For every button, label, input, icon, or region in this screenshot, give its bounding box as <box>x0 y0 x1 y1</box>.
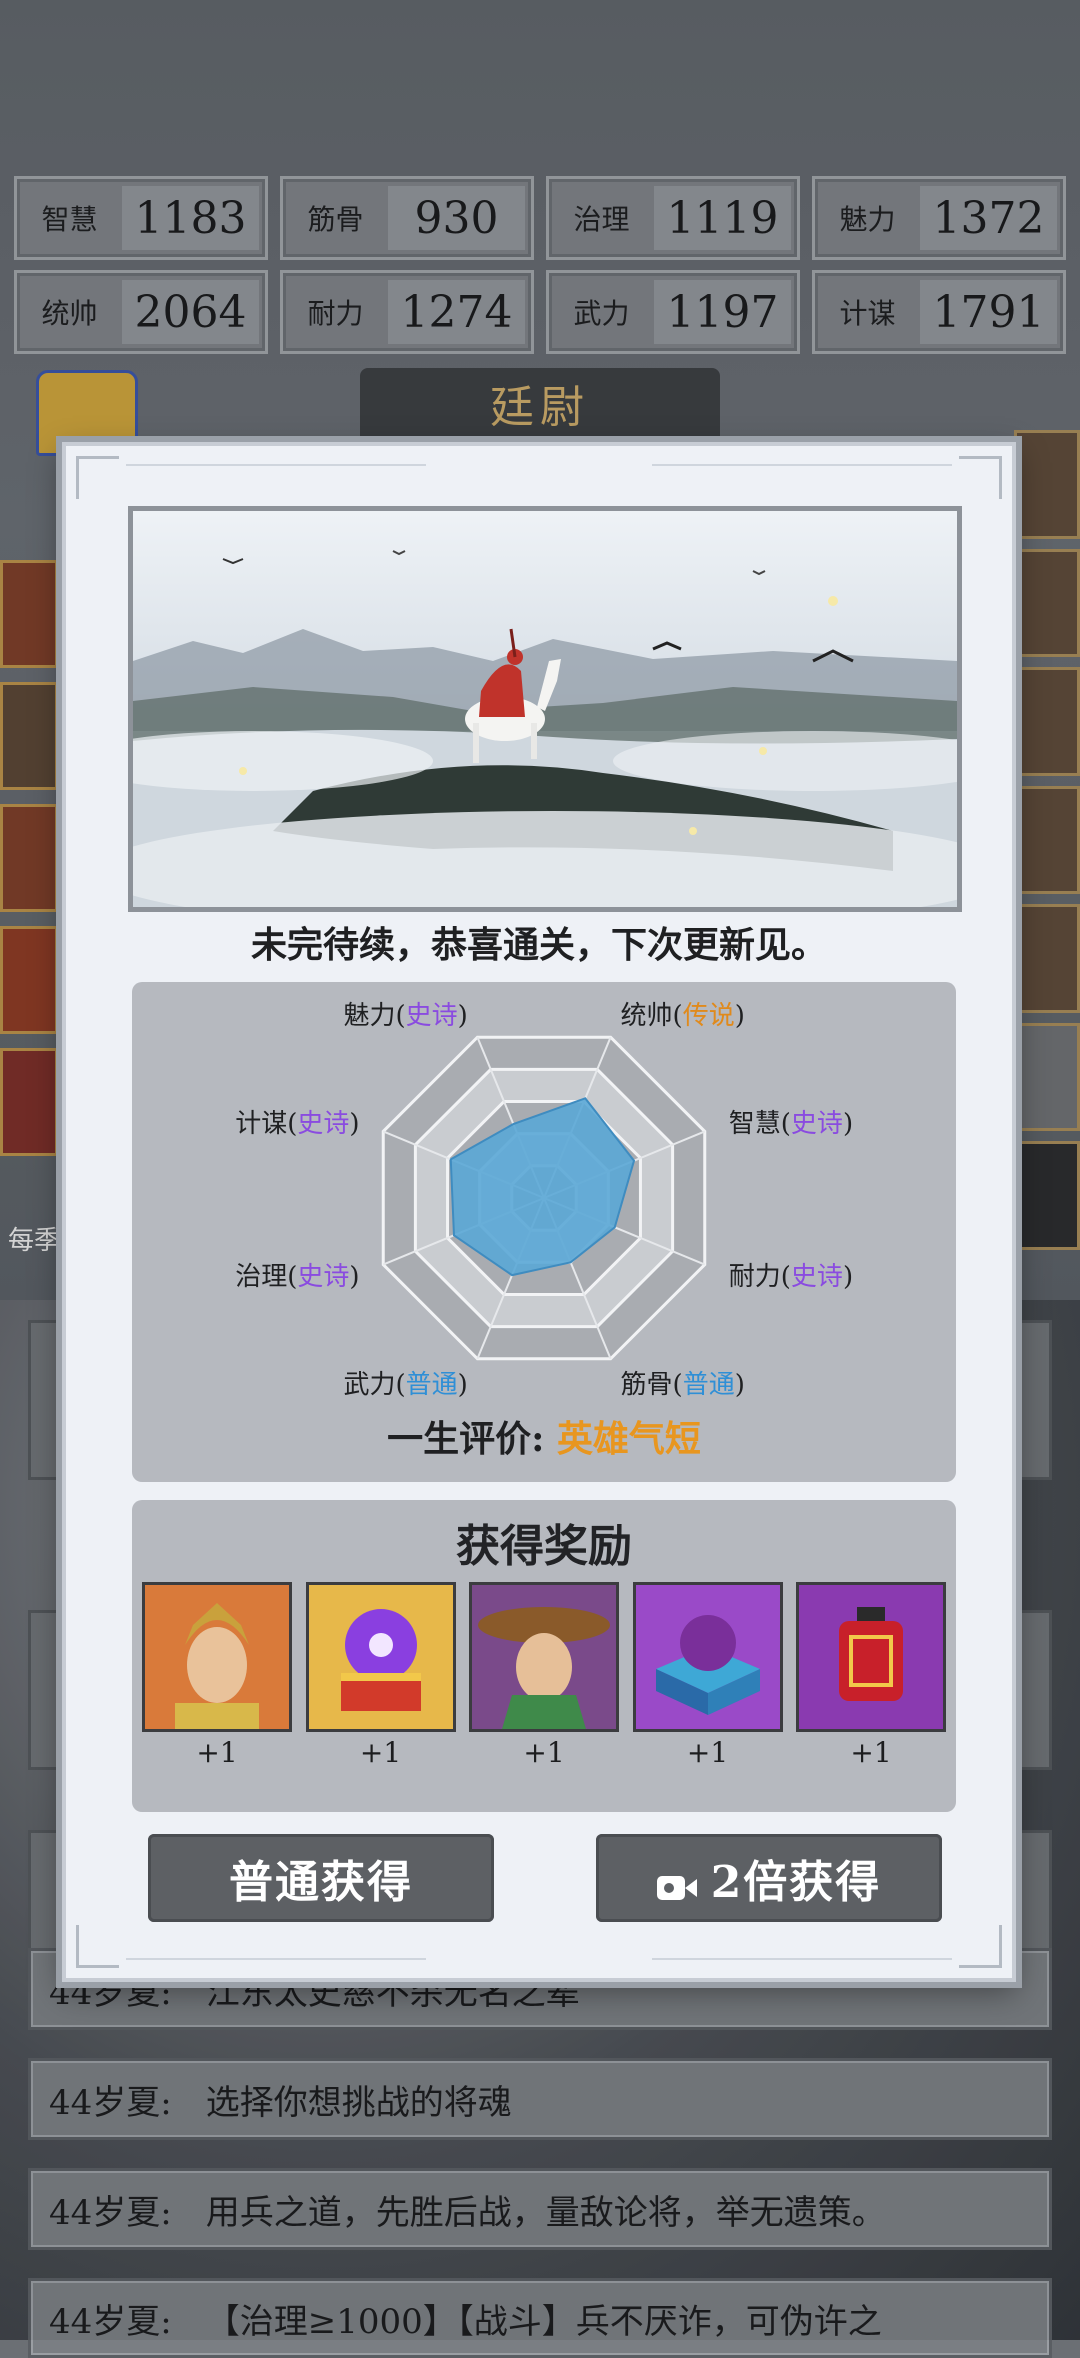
rewards-panel: 获得奖励 +1 +1 +1 +1 +1 <box>132 1500 956 1812</box>
radar-grade: 史诗 <box>297 1108 350 1139</box>
claim-double-button[interactable]: 2倍获得 <box>596 1834 942 1922</box>
radar-label: 耐力(史诗) <box>728 1262 854 1293</box>
radar-label: 治理(史诗) <box>235 1262 360 1293</box>
radar-label: 智慧(史诗) <box>728 1108 854 1139</box>
attribute-radar-panel: 统帅(传说) 智慧(史诗) 耐力(史诗) 筋骨(普通) 武力(普通) 治理(史诗) 计谋(史… <box>132 982 956 1482</box>
video-camera-icon <box>656 1863 697 1900</box>
purple-orb-chest-icon <box>305 1582 456 1732</box>
divider <box>652 464 952 466</box>
reward-count: +1 <box>686 1736 729 1769</box>
radar-label: 武力(普通) <box>343 1370 468 1401</box>
claim-normal-button[interactable]: 普通获得 <box>148 1834 494 1922</box>
reward-count: +1 <box>523 1736 565 1769</box>
corner-ornament <box>959 456 1002 499</box>
reward-count: +1 <box>196 1736 238 1769</box>
red-lantern-icon <box>796 1582 946 1732</box>
reward-item[interactable]: +1 <box>142 1582 292 1769</box>
purple-orb-box-icon <box>632 1582 783 1732</box>
radar-grade: 史诗 <box>297 1262 350 1293</box>
claim-normal-label: 普通获得 <box>229 1857 413 1908</box>
reward-item[interactable]: +1 <box>469 1582 619 1769</box>
hat-warrior-portrait-icon <box>469 1582 619 1732</box>
life-evaluation: 一生评价: 英雄气短 <box>132 1410 956 1462</box>
ending-illustration <box>128 506 962 912</box>
corner-ornament <box>959 1925 1002 1968</box>
divider <box>126 464 426 466</box>
reward-count: +1 <box>850 1736 892 1769</box>
rewards-list: +1 +1 +1 +1 +1 <box>142 1582 946 1769</box>
divider <box>126 1958 426 1960</box>
reward-item[interactable]: +1 <box>305 1582 456 1769</box>
radar-grade: 普通 <box>682 1370 735 1401</box>
corner-ornament <box>76 1925 119 1968</box>
radar-label: 统帅(传说) <box>620 1000 745 1031</box>
radar-grade: 传说 <box>682 1000 735 1031</box>
reward-item[interactable]: +1 <box>632 1582 783 1769</box>
evaluation-label: 一生评价: <box>387 1418 545 1460</box>
radar-grade: 史诗 <box>790 1108 843 1139</box>
radar-grade: 普通 <box>405 1370 458 1401</box>
divider <box>652 1958 952 1960</box>
attribute-radar-chart <box>381 1035 707 1361</box>
rewards-title: 获得奖励 <box>456 1521 632 1572</box>
corner-ornament <box>76 456 119 499</box>
radar-label: 筋骨(普通) <box>620 1370 745 1401</box>
radar-grade: 史诗 <box>405 1000 458 1031</box>
reward-count: +1 <box>359 1736 402 1769</box>
ending-dialog: 未完待续，恭喜通关，下次更新见。 统帅(传说) 智慧(史诗) 耐力(史诗) 筋骨(普通… <box>62 442 1016 1982</box>
radar-grade: 史诗 <box>790 1262 843 1293</box>
radar-label: 魅力(史诗) <box>343 1000 468 1031</box>
ending-caption: 未完待续，恭喜通关，下次更新见。 <box>250 924 827 966</box>
general-portrait-icon <box>142 1582 292 1732</box>
radar-label: 计谋(史诗) <box>235 1108 360 1139</box>
claim-double-label: 2倍获得 <box>710 1857 882 1908</box>
evaluation-value: 英雄气短 <box>556 1418 701 1460</box>
reward-item[interactable]: +1 <box>796 1582 946 1769</box>
